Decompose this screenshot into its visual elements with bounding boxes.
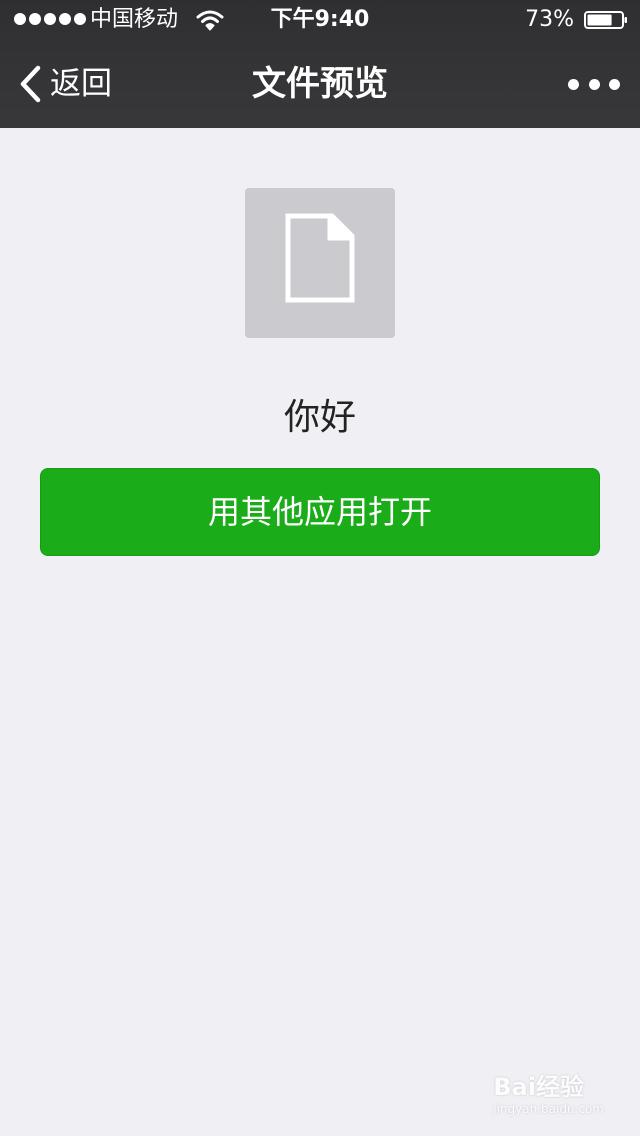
open-with-other-app-button[interactable]: 用其他应用打开 [40,468,600,556]
status-bar: 中国移动 下午9:40 73% [0,0,640,40]
top-bar: 中国移动 下午9:40 73% 返回 文件预览 [0,0,640,128]
watermark-text: Bai经验 [493,1073,584,1101]
nav-bar: 返回 文件预览 [0,40,640,128]
baidu-jingyan-watermark: Bai经验 jingyan.baidu.com [493,1072,604,1116]
ellipsis-icon [568,78,579,90]
more-options-button[interactable] [568,70,620,98]
file-thumbnail [245,188,395,338]
watermark-sub: jingyan.baidu.com [493,1102,604,1116]
battery-icon [584,11,627,29]
document-icon [285,213,355,303]
page-title: 文件预览 [252,64,388,104]
battery-percent: 73% [525,7,574,32]
file-name: 你好 [283,397,356,438]
